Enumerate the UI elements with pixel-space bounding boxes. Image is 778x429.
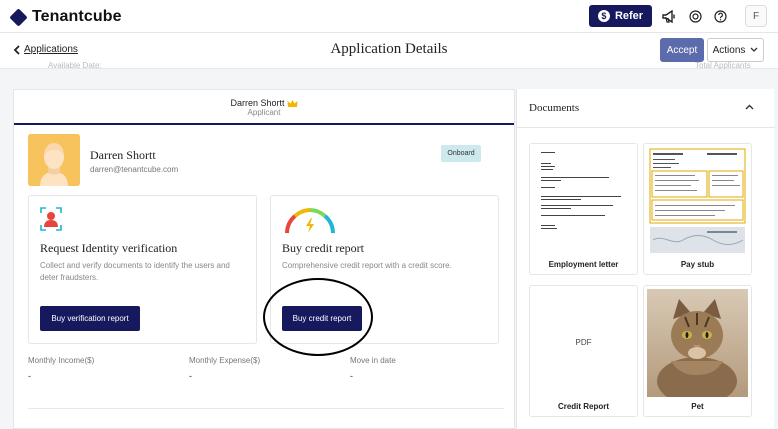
documents-divider [517, 127, 775, 128]
documents-panel: Documents Employment letter Pay stub PDF… [516, 89, 775, 429]
identity-verification-card: Request Identity verification Collect an… [28, 195, 257, 344]
credit-report-description: Comprehensive credit report with a credi… [282, 261, 452, 270]
collapse-chevron-icon[interactable] [745, 102, 754, 113]
credit-gauge-icon [283, 207, 337, 240]
applicant-card: Darren Shortt Applicant Darren Shortt da… [13, 89, 515, 429]
buy-verification-report-button[interactable]: Buy verification report [40, 306, 140, 331]
user-avatar[interactable]: F [745, 5, 767, 27]
logo-text: Tenantcube [32, 8, 122, 25]
tab-applicant-role: Applicant [247, 108, 281, 117]
help-ring-icon[interactable] [688, 9, 702, 23]
document-credit-report[interactable]: PDF Credit Report [529, 285, 638, 417]
document-label: Credit Report [557, 402, 610, 411]
document-pay-stub[interactable]: Pay stub [643, 143, 752, 275]
applicant-name: Darren Shortt [90, 148, 156, 162]
actions-label: Actions [712, 44, 746, 56]
identity-scan-icon [40, 207, 62, 236]
logo[interactable]: Tenantcube [9, 7, 122, 27]
move-in-date-label: Move in date [350, 356, 396, 365]
megaphone-icon[interactable] [662, 9, 676, 23]
employment-letter-preview [533, 147, 634, 255]
section-divider [28, 408, 504, 409]
crown-icon [287, 99, 298, 107]
applicant-email: darren@tenantcube.com [90, 165, 179, 174]
monthly-expense-label: Monthly Expense($) [189, 356, 261, 365]
credit-report-title: Buy credit report [282, 241, 364, 255]
pdf-placeholder: PDF [575, 338, 592, 347]
page-header: Applications Application Details Accept … [0, 33, 778, 69]
available-date-label: Available Date: [48, 61, 102, 70]
refer-button[interactable]: $ Refer [589, 5, 652, 27]
document-label: Pet [691, 402, 704, 411]
document-label: Employment letter [548, 260, 619, 269]
applicant-tab[interactable]: Darren Shortt Applicant [14, 90, 514, 125]
accept-button[interactable]: Accept [660, 38, 704, 62]
identity-verification-title: Request Identity verification [40, 241, 178, 255]
pay-stub-preview [647, 147, 748, 255]
actions-dropdown[interactable]: Actions [707, 38, 764, 62]
applicant-photo [28, 134, 80, 186]
chevron-down-icon [750, 47, 758, 52]
document-employment-letter[interactable]: Employment letter [529, 143, 638, 275]
logo-mark-icon [9, 7, 28, 27]
tab-applicant-name: Darren Shortt [230, 98, 285, 108]
question-icon[interactable] [713, 9, 727, 23]
dollar-coin-icon: $ [597, 10, 610, 22]
documents-title: Documents [529, 102, 580, 114]
document-pet[interactable]: Pet [643, 285, 752, 417]
status-badge: Onboard [441, 145, 481, 162]
identity-verification-description: Collect and verify documents to identify… [40, 261, 230, 282]
monthly-income-label: Monthly Income($) [28, 356, 95, 365]
monthly-income-value: - [28, 371, 31, 381]
highlight-circle [263, 278, 373, 356]
move-in-date-value: - [350, 371, 353, 381]
refer-label: Refer [614, 10, 644, 22]
monthly-expense-value: - [189, 371, 192, 381]
total-applicants-label: Total Applicants [695, 61, 751, 70]
tab-name-row: Darren Shortt [14, 98, 514, 108]
top-bar: Tenantcube $ Refer F [0, 0, 778, 33]
pet-photo [647, 289, 748, 397]
document-label: Pay stub [680, 260, 715, 269]
